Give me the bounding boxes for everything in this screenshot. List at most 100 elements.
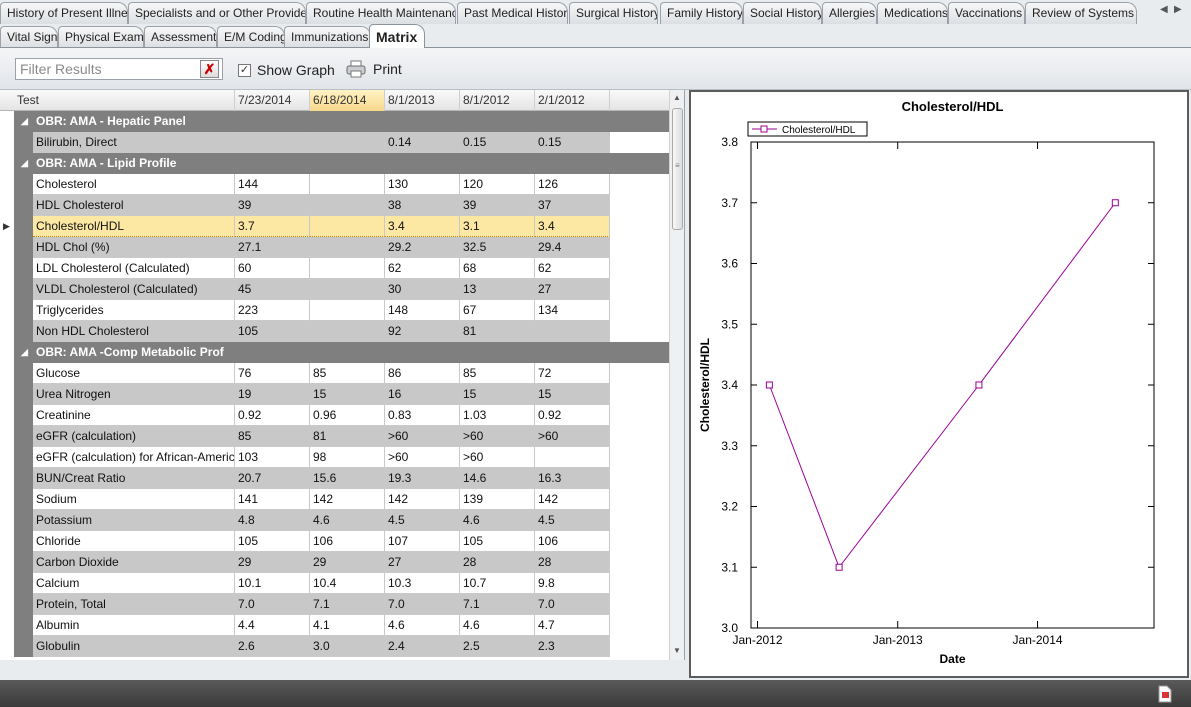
result-value-cell[interactable]: 4.5 (535, 510, 610, 531)
table-row[interactable]: Globulin 2.6 3.0 2.4 2.5 2.3 (0, 636, 669, 657)
result-value-cell[interactable]: >60 (460, 447, 535, 468)
table-row[interactable]: Potassium 4.8 4.6 4.5 4.6 4.5 (0, 510, 669, 531)
result-value-cell[interactable]: 27 (385, 552, 460, 573)
test-name-cell[interactable]: Carbon Dioxide (33, 552, 235, 573)
result-value-cell[interactable] (535, 447, 610, 468)
result-value-cell[interactable]: 76 (235, 363, 310, 384)
result-value-cell[interactable]: 32.5 (460, 237, 535, 258)
result-value-cell[interactable]: 0.92 (235, 405, 310, 426)
table-row[interactable]: ▶ Cholesterol/HDL 3.7 3.4 3.1 3.4 (0, 216, 669, 237)
test-name-cell[interactable]: Triglycerides (33, 300, 235, 321)
result-value-cell[interactable]: 15 (310, 384, 385, 405)
test-name-cell[interactable]: Potassium (33, 510, 235, 531)
result-value-cell[interactable]: 85 (460, 363, 535, 384)
result-value-cell[interactable] (310, 237, 385, 258)
tab-allergies[interactable]: Allergies (822, 2, 877, 24)
table-row[interactable]: Calcium 10.1 10.4 10.3 10.7 9.8 (0, 573, 669, 594)
column-header-date[interactable]: 8/1/2013 (385, 90, 460, 111)
result-value-cell[interactable]: 10.1 (235, 573, 310, 594)
result-value-cell[interactable]: 7.0 (385, 594, 460, 615)
tab-vaccinations[interactable]: Vaccinations (948, 2, 1025, 24)
result-value-cell[interactable]: 4.6 (385, 615, 460, 636)
test-name-cell[interactable]: eGFR (calculation) (33, 426, 235, 447)
result-value-cell[interactable]: 3.1 (460, 216, 535, 237)
result-value-cell[interactable] (310, 258, 385, 279)
result-value-cell[interactable]: 10.7 (460, 573, 535, 594)
column-header-date[interactable]: 8/1/2012 (460, 90, 535, 111)
table-row[interactable]: Cholesterol 144 130 120 126 (0, 174, 669, 195)
result-value-cell[interactable]: 45 (235, 279, 310, 300)
result-value-cell[interactable] (310, 300, 385, 321)
result-value-cell[interactable]: 28 (535, 552, 610, 573)
result-value-cell[interactable]: 16 (385, 384, 460, 405)
result-value-cell[interactable]: 10.3 (385, 573, 460, 594)
result-value-cell[interactable]: 107 (385, 531, 460, 552)
table-row[interactable]: eGFR (calculation) 85 81 >60 >60 >60 (0, 426, 669, 447)
result-value-cell[interactable]: 2.3 (535, 636, 610, 657)
table-row[interactable]: Urea Nitrogen 19 15 16 15 15 (0, 384, 669, 405)
result-value-cell[interactable]: 19 (235, 384, 310, 405)
tab-medications[interactable]: Medications (877, 2, 948, 24)
test-name-cell[interactable]: Non HDL Cholesterol (33, 321, 235, 342)
result-value-cell[interactable]: 29 (310, 552, 385, 573)
tab-past-medical-history[interactable]: Past Medical History (457, 2, 568, 24)
scrollbar-thumb[interactable]: ≡ (672, 108, 683, 230)
result-value-cell[interactable]: 29.2 (385, 237, 460, 258)
result-value-cell[interactable]: 60 (235, 258, 310, 279)
result-value-cell[interactable]: 13 (460, 279, 535, 300)
tab-history-of-present-illness[interactable]: History of Present Illness (0, 2, 128, 24)
result-value-cell[interactable]: 0.15 (535, 132, 610, 153)
result-value-cell[interactable]: 142 (385, 489, 460, 510)
table-row[interactable]: Sodium 141 142 142 139 142 (0, 489, 669, 510)
result-value-cell[interactable]: 4.1 (310, 615, 385, 636)
test-name-cell[interactable]: Protein, Total (33, 594, 235, 615)
result-value-cell[interactable]: 142 (535, 489, 610, 510)
column-header-date[interactable]: 7/23/2014 (235, 90, 310, 111)
test-name-cell[interactable]: Urea Nitrogen (33, 384, 235, 405)
result-value-cell[interactable]: 20.7 (235, 468, 310, 489)
result-value-cell[interactable]: 72 (535, 363, 610, 384)
test-name-cell[interactable]: HDL Chol (%) (33, 237, 235, 258)
result-value-cell[interactable] (535, 321, 610, 342)
result-value-cell[interactable]: 105 (235, 531, 310, 552)
result-value-cell[interactable]: 29.4 (535, 237, 610, 258)
result-value-cell[interactable]: 148 (385, 300, 460, 321)
result-value-cell[interactable]: 0.96 (310, 405, 385, 426)
result-value-cell[interactable]: 142 (310, 489, 385, 510)
result-value-cell[interactable]: 3.4 (385, 216, 460, 237)
result-value-cell[interactable] (310, 216, 385, 237)
result-value-cell[interactable]: 120 (460, 174, 535, 195)
result-value-cell[interactable]: 105 (235, 321, 310, 342)
result-value-cell[interactable]: 15 (460, 384, 535, 405)
result-value-cell[interactable]: 62 (385, 258, 460, 279)
table-row[interactable]: Protein, Total 7.0 7.1 7.0 7.1 7.0 (0, 594, 669, 615)
tab-vital-signs[interactable]: Vital Signs (0, 26, 58, 48)
test-name-cell[interactable]: HDL Cholesterol (33, 195, 235, 216)
result-value-cell[interactable]: 68 (460, 258, 535, 279)
test-name-cell[interactable]: Bilirubin, Direct (33, 132, 235, 153)
test-name-cell[interactable]: Sodium (33, 489, 235, 510)
tab-e-m-coding[interactable]: E/M Coding (217, 26, 285, 48)
test-name-cell[interactable]: Cholesterol/HDL (33, 216, 235, 237)
tab-physical-exam[interactable]: Physical Exam (58, 26, 144, 48)
result-value-cell[interactable]: 103 (235, 447, 310, 468)
group-header-row[interactable]: ◢ OBR: AMA - Hepatic Panel (14, 111, 669, 132)
result-value-cell[interactable]: 0.15 (460, 132, 535, 153)
result-value-cell[interactable]: 126 (535, 174, 610, 195)
vertical-scrollbar[interactable]: ▲ ≡ ▼ (669, 90, 684, 660)
test-name-cell[interactable]: VLDL Cholesterol (Calculated) (33, 279, 235, 300)
result-value-cell[interactable]: 4.6 (310, 510, 385, 531)
test-name-cell[interactable]: Albumin (33, 615, 235, 636)
result-value-cell[interactable]: 1.03 (460, 405, 535, 426)
result-value-cell[interactable] (310, 132, 385, 153)
tab-surgical-history[interactable]: Surgical History (569, 2, 658, 24)
result-value-cell[interactable]: >60 (535, 426, 610, 447)
result-value-cell[interactable]: 30 (385, 279, 460, 300)
result-value-cell[interactable]: 16.3 (535, 468, 610, 489)
result-value-cell[interactable]: 4.6 (460, 615, 535, 636)
column-header-date[interactable]: 2/1/2012 (535, 90, 610, 111)
tab-matrix[interactable]: Matrix (369, 24, 425, 48)
table-row[interactable]: VLDL Cholesterol (Calculated) 45 30 13 27 (0, 279, 669, 300)
result-value-cell[interactable]: 86 (385, 363, 460, 384)
result-value-cell[interactable]: >60 (385, 426, 460, 447)
